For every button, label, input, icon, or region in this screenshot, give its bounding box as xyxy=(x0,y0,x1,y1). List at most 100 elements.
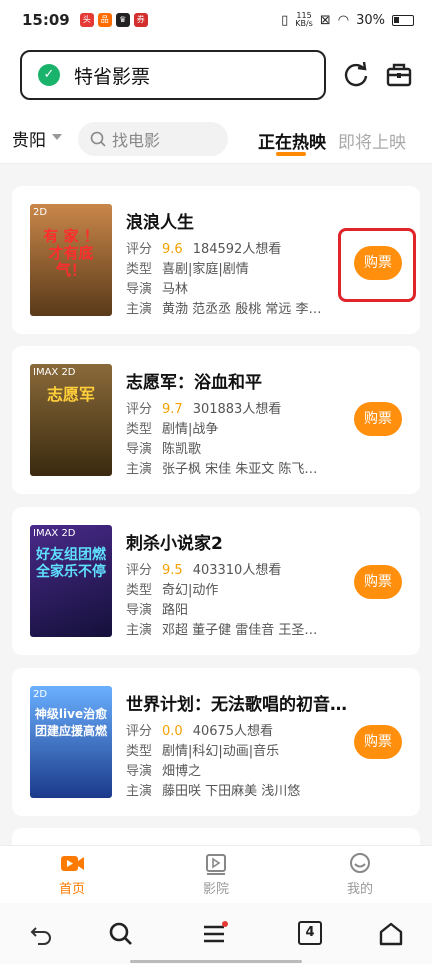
buy-ticket-button[interactable]: 购票 xyxy=(354,725,402,759)
score-row: 评分 0.0 40675人想看 xyxy=(126,720,273,739)
score-label: 评分 xyxy=(126,724,153,739)
poster-title: 志愿军 xyxy=(46,385,95,404)
movie-poster[interactable]: IMAX 2D 志愿军 xyxy=(30,364,112,476)
nav-mine[interactable]: 我的 xyxy=(320,852,400,897)
director-label: 导演 xyxy=(126,764,153,779)
director-value: 路阳 xyxy=(162,603,189,618)
nav-cinema[interactable]: 影院 xyxy=(176,852,256,897)
search-icon[interactable] xyxy=(108,921,134,947)
search-input[interactable]: 找电影 xyxy=(78,122,228,156)
home-icon[interactable] xyxy=(378,921,404,947)
movie-title[interactable]: 刺杀小说家2 xyxy=(126,529,223,554)
notification-icon: 头 xyxy=(79,13,94,27)
poster-title: 神级live治愈 团建应援高燃 xyxy=(34,707,108,738)
promo-banner[interactable]: ✓ 特省影票 xyxy=(20,50,326,100)
score-row: 评分 9.5 403310人想看 xyxy=(126,559,281,578)
cast-row: 主演 邓超 董子健 雷佳音 王圣… xyxy=(126,619,317,638)
movie-title[interactable]: 世界计划：无法歌唱的初音… xyxy=(126,690,347,715)
want-count: 403310人想看 xyxy=(192,563,282,578)
genre-row: 类型 喜剧|家庭|剧情 xyxy=(126,258,249,277)
movie-poster[interactable]: 2D 神级live治愈 团建应援高燃 xyxy=(30,686,112,798)
director-value: 陈凯歌 xyxy=(162,442,202,457)
search-placeholder: 找电影 xyxy=(112,131,161,150)
back-icon[interactable] xyxy=(28,921,54,947)
home-indicator xyxy=(130,960,302,963)
director-row: 导演 陈凯歌 xyxy=(126,438,201,457)
type-label: 类型 xyxy=(126,422,153,437)
movie-poster[interactable]: 2D 有 家 ！ 才有底气！ xyxy=(30,204,112,316)
movie-card[interactable]: 2D 神级live治愈 团建应援高燃 世界计划：无法歌唱的初音… 评分 0.0 40… xyxy=(12,668,420,816)
genre-value: 奇幻|动作 xyxy=(162,583,219,598)
director-row: 导演 马林 xyxy=(126,278,188,297)
battery-text: 30% xyxy=(356,12,385,28)
genre-value: 剧情|科幻|动画|音乐 xyxy=(162,744,280,759)
want-count: 184592人想看 xyxy=(192,242,282,257)
movie-card[interactable]: IMAX 2D 志愿军 志愿军：浴血和平 评分 9.7 301883人想看 类型 剧情… xyxy=(12,346,420,494)
gift-icon[interactable] xyxy=(385,60,413,88)
cast-value: 张子枫 宋佳 朱亚文 陈飞… xyxy=(162,462,318,477)
want-count: 40675人想看 xyxy=(192,724,274,739)
cast-label: 主演 xyxy=(126,784,153,799)
nav-mine-label: 我的 xyxy=(346,882,373,897)
director-row: 导演 畑博之 xyxy=(126,760,201,779)
cast-label: 主演 xyxy=(126,623,153,638)
app-notification-icon: 品 xyxy=(97,13,112,27)
movie-card[interactable]: IMAX 2D 好友组团燃 全家乐不停 刺杀小说家2 评分 9.5 403310人想… xyxy=(12,507,420,655)
net-speed: 115 KB/s xyxy=(295,12,313,28)
director-row: 导演 路阳 xyxy=(126,599,188,618)
tab-upcoming[interactable]: 即将上映 xyxy=(338,128,406,153)
score-label: 评分 xyxy=(126,402,153,417)
system-nav-bar: 4 xyxy=(0,903,432,964)
buy-ticket-button[interactable]: 购票 xyxy=(354,246,402,280)
score-value: 9.6 xyxy=(162,242,183,257)
search-icon xyxy=(90,131,106,147)
format-badge: IMAX 2D xyxy=(33,528,76,539)
wifi-icon: ◠ xyxy=(337,12,350,28)
video-camera-icon xyxy=(61,856,84,871)
score-value: 9.5 xyxy=(162,563,183,578)
format-badge: IMAX 2D xyxy=(33,367,76,378)
genre-value: 剧情|战争 xyxy=(162,422,219,437)
smile-face-icon xyxy=(350,853,370,873)
tab-indicator xyxy=(276,152,306,156)
score-value: 0.0 xyxy=(162,724,183,739)
score-label: 评分 xyxy=(126,563,153,578)
genre-value: 喜剧|家庭|剧情 xyxy=(162,262,249,277)
menu-icon[interactable] xyxy=(202,921,228,947)
director-label: 导演 xyxy=(126,603,153,618)
caret-down-icon xyxy=(52,134,62,140)
score-label: 评分 xyxy=(126,242,153,257)
vibrate-icon: ▯ xyxy=(281,12,289,28)
format-badge: 2D xyxy=(33,207,48,218)
movie-card[interactable]: 2D 有 家 ！ 才有底气！ 浪浪人生 评分 9.6 184592人想看 类型 喜剧|… xyxy=(12,186,420,334)
director-label: 导演 xyxy=(126,282,153,297)
genre-row: 类型 剧情|科幻|动画|音乐 xyxy=(126,740,279,759)
cast-value: 藤田咲 下田麻美 浅川悠 xyxy=(162,784,301,799)
buy-ticket-button[interactable]: 购票 xyxy=(354,402,402,436)
director-value: 马林 xyxy=(162,282,189,297)
shield-check-icon: ✓ xyxy=(38,64,60,86)
cast-value: 黄渤 范丞丞 殷桃 常远 李… xyxy=(162,302,322,317)
movie-title[interactable]: 浪浪人生 xyxy=(126,208,194,233)
nav-home[interactable]: 首页 xyxy=(32,852,112,897)
shop-icon: 券 xyxy=(133,13,148,27)
poster-title: 有 家 ！ 才有底气！ xyxy=(43,227,99,279)
city-selector[interactable]: 贵阳 xyxy=(12,126,46,151)
poster-title: 好友组团燃 全家乐不停 xyxy=(36,547,106,580)
tabs-count-button[interactable]: 4 xyxy=(298,921,322,945)
buy-ticket-button[interactable]: 购票 xyxy=(354,565,402,599)
want-count: 301883人想看 xyxy=(192,402,282,417)
format-badge: 2D xyxy=(33,689,48,700)
nav-cinema-label: 影院 xyxy=(202,882,229,897)
promo-label: 特省影票 xyxy=(74,65,151,88)
filter-bar: 贵阳 找电影 正在热映 即将上映 xyxy=(0,112,432,164)
movie-poster[interactable]: IMAX 2D 好友组团燃 全家乐不停 xyxy=(30,525,112,637)
movie-title[interactable]: 志愿军：浴血和平 xyxy=(126,368,262,393)
cast-label: 主演 xyxy=(126,302,153,317)
cast-row: 主演 藤田咲 下田麻美 浅川悠 xyxy=(126,780,300,799)
refresh-icon[interactable] xyxy=(342,60,370,88)
cinema-screen-icon xyxy=(206,854,226,875)
tab-now-showing[interactable]: 正在热映 xyxy=(258,128,326,153)
net-speed-unit: KB/s xyxy=(295,19,313,28)
director-label: 导演 xyxy=(126,442,153,457)
